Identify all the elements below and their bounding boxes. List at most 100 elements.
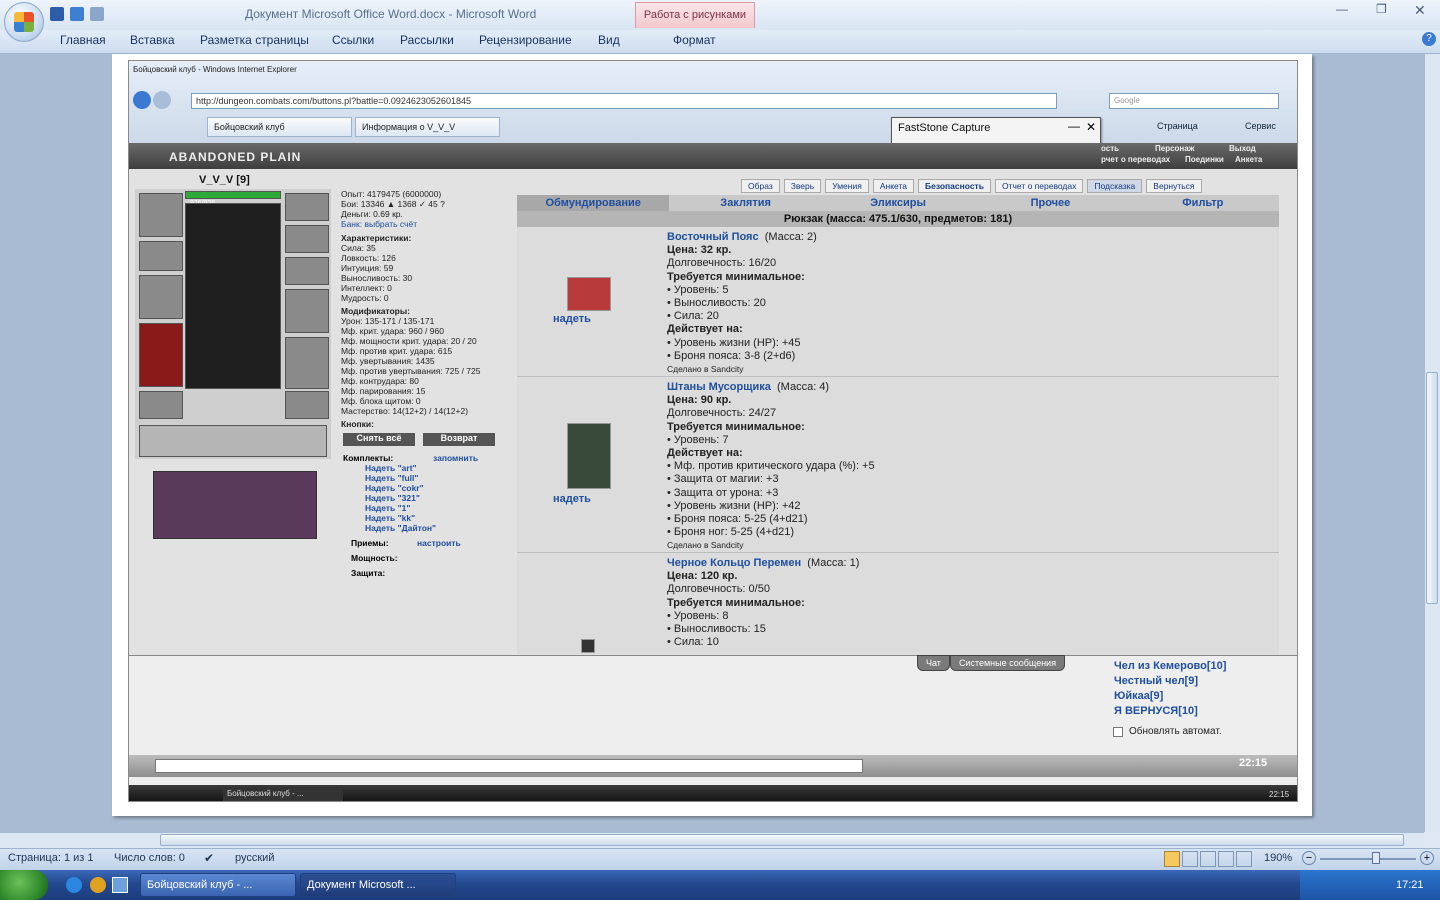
ie-menu-service[interactable]: Сервис [1245, 121, 1276, 131]
reading-layout-icon[interactable] [1182, 851, 1198, 867]
wear-link[interactable]: надеть [553, 493, 591, 505]
tab-references[interactable]: Ссылки [332, 33, 374, 47]
belt-slot[interactable] [139, 391, 183, 419]
user-item[interactable]: Честный чел[9] [1114, 674, 1284, 689]
save-icon[interactable] [50, 7, 64, 21]
cat-spells[interactable]: Заклятия [669, 195, 821, 211]
faststone-minimize-icon[interactable]: — [1068, 119, 1080, 133]
return-button[interactable]: Возврат [423, 433, 495, 446]
status-words[interactable]: Число слов: 0 [114, 852, 185, 864]
tab-pet[interactable]: Зверь [783, 179, 822, 193]
tab-transfers[interactable]: Отчет о переводах [994, 179, 1084, 193]
user-item[interactable]: Юйкаа[9] [1114, 689, 1284, 704]
cat-other[interactable]: Прочее [974, 195, 1126, 211]
set-dayton[interactable]: Надеть "Дайтон" [365, 523, 436, 533]
scrolls-row[interactable] [139, 425, 327, 457]
back-icon[interactable] [133, 91, 151, 109]
ie-menu-page[interactable]: Страница [1157, 121, 1198, 131]
set-1[interactable]: Надеть "1" [365, 503, 436, 513]
sets-header[interactable]: Комплекты: [343, 453, 393, 463]
nav-exit[interactable]: Выход [1229, 144, 1256, 153]
zoom-slider-thumb[interactable] [1372, 852, 1380, 864]
weapon-right-slot[interactable] [285, 289, 329, 333]
cat-filter[interactable]: Фильтр [1127, 195, 1279, 211]
tricks-setup-link[interactable]: настроить [417, 538, 461, 548]
taskbar-word-button[interactable]: Документ Microsoft ... [300, 873, 456, 897]
legs-slot[interactable] [285, 337, 329, 389]
boots-slot[interactable] [285, 391, 329, 419]
ie-tab-fightclub[interactable]: Бойцовский клуб [207, 117, 352, 137]
status-language[interactable]: русский [235, 852, 274, 864]
forward-icon[interactable] [153, 91, 171, 109]
zoom-level[interactable]: 190% [1264, 852, 1292, 864]
close-icon[interactable]: ✕ [1414, 2, 1426, 19]
search-input[interactable]: Google [1109, 93, 1279, 109]
zoom-in-icon[interactable]: + [1420, 851, 1434, 865]
nav-character[interactable]: Персонаж [1155, 144, 1194, 153]
chat-input[interactable] [155, 759, 863, 773]
set-full[interactable]: Надеть "full" [365, 473, 436, 483]
tab-format[interactable]: Формат [673, 33, 716, 47]
taskbar-ie-button[interactable]: Бойцовский клуб - ... [140, 873, 296, 897]
proofing-icon[interactable]: ✔ [204, 851, 214, 865]
tab-page-layout[interactable]: Разметка страницы [200, 33, 309, 47]
defense-section[interactable]: Защита: [351, 568, 385, 578]
help-icon[interactable]: ? [1422, 32, 1436, 46]
tab-home[interactable]: Главная [60, 33, 106, 47]
sets-remember-link[interactable]: запомнить [433, 453, 478, 463]
faststone-close-icon[interactable]: ✕ [1086, 120, 1096, 134]
print-layout-icon[interactable] [1164, 851, 1180, 867]
rings-slot[interactable] [285, 225, 329, 253]
tab-insert[interactable]: Вставка [130, 33, 175, 47]
weapon-left-slot[interactable] [139, 275, 183, 319]
zoom-out-icon[interactable]: − [1302, 851, 1316, 865]
user-item[interactable]: Я ВЕРНУСЯ[10] [1114, 704, 1284, 719]
draft-icon[interactable] [1236, 851, 1252, 867]
character-name[interactable]: V_V_V [9] [199, 174, 250, 186]
tab-mailings[interactable]: Рассылки [400, 33, 454, 47]
zoom-slider[interactable] [1320, 858, 1416, 860]
earrings-slot[interactable] [285, 193, 329, 221]
section-modifiers[interactable]: Модификаторы: [341, 306, 517, 316]
horizontal-scroll-thumb[interactable] [160, 834, 1404, 846]
tricks-section[interactable]: Приемы: [351, 538, 389, 548]
set-cokr[interactable]: Надеть "cokr" [365, 483, 436, 493]
item-name[interactable]: Восточный Пояс [667, 231, 759, 243]
set-321[interactable]: Надеть "321" [365, 493, 436, 503]
wear-link[interactable]: надеть [553, 313, 591, 325]
web-layout-icon[interactable] [1200, 851, 1216, 867]
chat-tab-chat[interactable]: Чат [917, 655, 950, 671]
nav-fights[interactable]: Поединки [1185, 155, 1224, 164]
tab-security[interactable]: Безопасность [917, 179, 991, 193]
embedded-screenshot[interactable]: Бойцовский клуб - Windows Internet Explo… [128, 60, 1298, 802]
nav-transfers[interactable]: рчет о переводах [1101, 155, 1170, 164]
cat-elixirs[interactable]: Эликсиры [822, 195, 974, 211]
minimize-icon[interactable]: — [1336, 2, 1348, 16]
nav-link-1[interactable]: ость [1101, 144, 1119, 153]
tab-profile[interactable]: Анкета [872, 179, 914, 193]
item-pants-image[interactable] [567, 423, 611, 489]
redo-icon[interactable] [90, 7, 104, 21]
user-item[interactable]: Чел из Кемерово[10] [1114, 659, 1284, 674]
auto-refresh-checkbox[interactable] [1113, 727, 1123, 737]
power-section[interactable]: Мощность: [351, 553, 398, 563]
bracers-slot[interactable] [139, 241, 183, 271]
inner-taskbar-button[interactable]: Бойцовский клуб - ... [223, 788, 343, 801]
effects-panel[interactable] [153, 471, 317, 539]
outline-icon[interactable] [1218, 851, 1234, 867]
tab-review[interactable]: Рецензирование [479, 33, 572, 47]
set-kk[interactable]: Надеть "kk" [365, 513, 436, 523]
stat-bank[interactable]: Банк: выбрать счёт [341, 219, 517, 229]
undo-icon[interactable] [70, 7, 84, 21]
item-name[interactable]: Штаны Мусорщика [667, 381, 771, 393]
item-belt-image[interactable] [567, 277, 611, 311]
tab-view[interactable]: Вид [598, 33, 620, 47]
start-button[interactable] [0, 870, 48, 900]
nav-profile[interactable]: Анкета [1235, 155, 1262, 164]
item-name[interactable]: Черное Кольцо Перемен [667, 557, 801, 569]
section-characteristics[interactable]: Характеристики: [341, 233, 517, 243]
ie-quicklaunch-icon[interactable] [66, 877, 82, 893]
chat-tab-system[interactable]: Системные сообщения [949, 655, 1066, 671]
helmet-slot[interactable] [139, 193, 183, 237]
tab-image[interactable]: Образ [741, 179, 780, 193]
